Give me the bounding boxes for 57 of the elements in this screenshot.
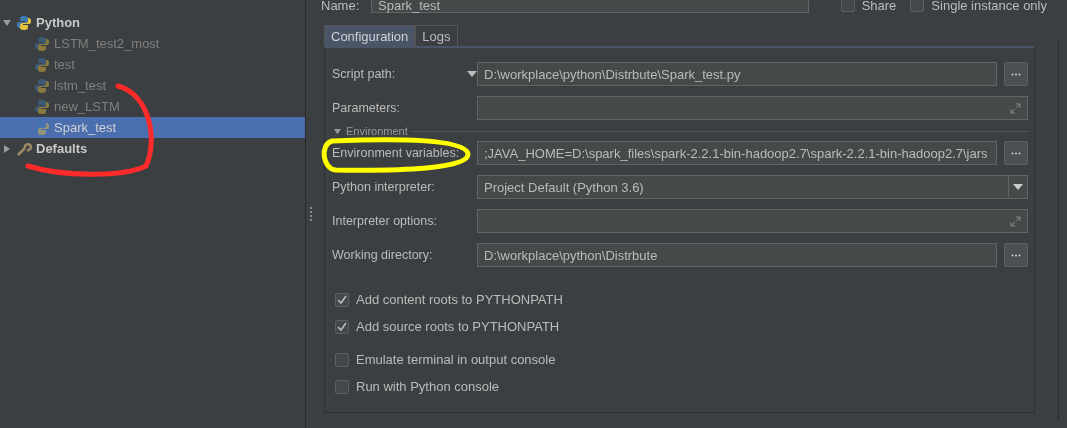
field-label: Script path:	[332, 67, 397, 81]
tree-item[interactable]: Python	[36, 15, 81, 30]
checkbox-label: Emulate terminal in output console	[356, 352, 556, 367]
field-label: Python interpreter:	[332, 180, 436, 194]
tree-item[interactable]: Spark_test	[54, 120, 117, 135]
expand-icon[interactable]	[1010, 215, 1021, 227]
path-field[interactable]: D:\workplace\python\Distrbute	[477, 243, 997, 267]
expand-arrow-icon[interactable]	[2, 144, 12, 153]
field-label: Interpreter options:	[332, 214, 438, 228]
tree-item[interactable]: lstm_test	[54, 78, 106, 93]
section-title: Environment	[346, 125, 408, 137]
more-icon	[1011, 151, 1021, 155]
tree-item[interactable]: test	[54, 57, 75, 72]
checkbox[interactable]	[910, 0, 925, 12]
tab[interactable]: Logs	[415, 25, 458, 46]
checkbox[interactable]	[335, 319, 349, 334]
tree-item[interactable]: new_LSTM	[54, 99, 120, 114]
collapse-arrow-icon[interactable]	[332, 127, 342, 135]
name-label: Name:	[321, 0, 361, 13]
path-field[interactable]: D:\workplace\python\Distrbute\Spark_test.py	[477, 62, 997, 86]
checkbox[interactable]	[335, 292, 349, 307]
field-label: Parameters:	[332, 101, 402, 115]
checkbox-label: Add content roots to PYTHONPATH	[356, 292, 563, 307]
field-label: Working directory:	[332, 248, 434, 262]
tree-item[interactable]: Defaults	[36, 141, 88, 156]
dropdown-arrow-icon[interactable]	[1013, 184, 1023, 190]
more-icon	[1011, 72, 1021, 76]
interpreter-dropdown[interactable]: Project Default (Python 3.6)	[477, 175, 1028, 199]
field-label: Environment variables:	[332, 146, 461, 160]
checkbox-label: Run with Python console	[356, 379, 500, 394]
python-file-icon	[34, 35, 50, 52]
python-file-icon	[34, 119, 50, 136]
python-file-icon	[34, 98, 50, 115]
browse-button[interactable]	[1004, 62, 1028, 86]
expand-icon[interactable]	[1010, 102, 1021, 114]
browse-button[interactable]	[1004, 141, 1028, 165]
checkbox-label: Share	[861, 0, 897, 13]
checkbox-label: Single instance only	[931, 0, 1047, 13]
expand-arrow-icon[interactable]	[2, 18, 12, 27]
browse-button[interactable]	[1004, 243, 1028, 267]
checkbox-label: Add source roots to PYTHONPATH	[356, 319, 560, 334]
path-field[interactable]: ;JAVA_HOME=D:\spark_files\spark-2.2.1-bin-hadoop2.7\spark-2.2.1-bin-hadoop2.7\jars	[477, 141, 997, 165]
checkbox[interactable]	[335, 352, 349, 367]
name-field[interactable]: Spark_test	[371, 0, 809, 13]
dropdown-arrow-icon[interactable]	[467, 71, 477, 77]
tab[interactable]: Configuration	[324, 25, 416, 46]
python-file-icon	[34, 77, 50, 94]
text-field[interactable]	[477, 209, 1028, 233]
tree-item[interactable]: LSTM_test2_most	[54, 36, 160, 51]
checkbox[interactable]	[840, 0, 855, 12]
wrench-icon	[16, 140, 32, 157]
checkbox[interactable]	[335, 379, 349, 394]
python-logo-icon	[16, 14, 32, 31]
python-file-icon	[34, 56, 50, 73]
splitter-handle[interactable]	[310, 207, 314, 221]
text-field[interactable]	[477, 96, 1028, 120]
more-icon	[1011, 253, 1021, 257]
